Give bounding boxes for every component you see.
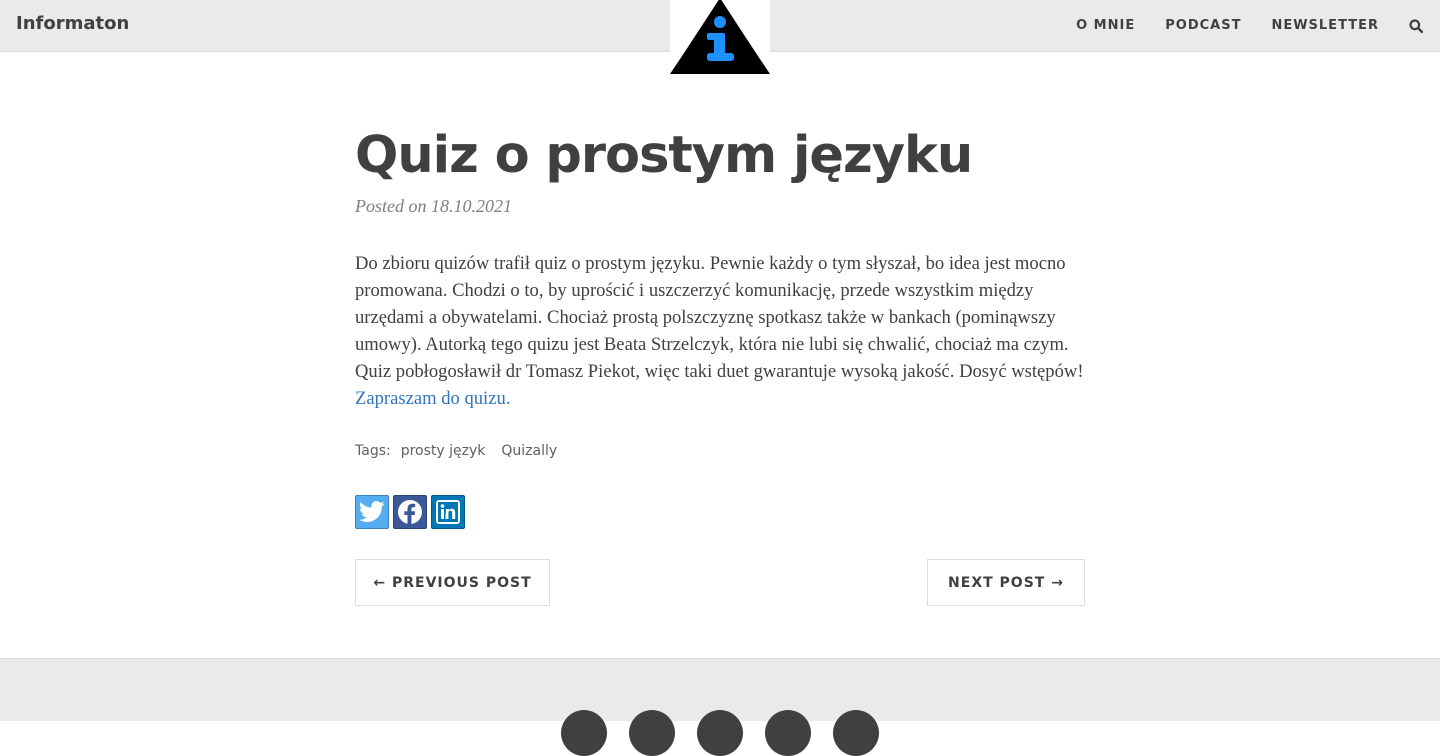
nav-link-o-mnie[interactable]: O MNIE — [1076, 18, 1135, 33]
footer-social-icon[interactable] — [833, 710, 879, 756]
tags: Tags: prosty język Quizally — [355, 443, 557, 459]
post-date: Posted on 18.10.2021 — [355, 196, 512, 216]
nav-link-podcast[interactable]: PODCAST — [1165, 18, 1241, 33]
footer-social-icon[interactable] — [561, 710, 607, 756]
footer — [0, 658, 1440, 756]
nav-links: O MNIE PODCAST NEWSLETTER — [1076, 0, 1440, 51]
footer-social-icon[interactable] — [629, 710, 675, 756]
footer-social-icon[interactable] — [697, 710, 743, 756]
next-post-button[interactable]: NEXT POST → — [927, 559, 1085, 606]
tag-prosty-jezyk[interactable]: prosty język — [401, 443, 486, 459]
tags-label: Tags: — [355, 443, 391, 459]
share-buttons — [355, 495, 465, 529]
facebook-icon[interactable] — [393, 495, 427, 529]
tag-quizally[interactable]: Quizally — [501, 443, 557, 459]
search-icon[interactable] — [1409, 18, 1424, 33]
linkedin-icon[interactable] — [431, 495, 465, 529]
nav-link-newsletter[interactable]: NEWSLETTER — [1271, 18, 1379, 33]
quiz-link[interactable]: Zapraszam do quizu. — [355, 388, 510, 409]
previous-post-button[interactable]: ← PREVIOUS POST — [355, 559, 550, 606]
footer-social-icon[interactable] — [765, 710, 811, 756]
post-title: Quiz o prostym języku — [355, 126, 973, 185]
footer-social-links — [561, 710, 879, 756]
post-body: Do zbioru quizów trafił quiz o prostym j… — [355, 250, 1085, 412]
brand-link[interactable]: Informaton — [16, 13, 129, 34]
info-triangle-logo — [670, 0, 770, 74]
logo[interactable] — [670, 0, 770, 74]
post-body-text: Do zbioru quizów trafił quiz o prostym j… — [355, 253, 1084, 382]
twitter-icon[interactable] — [355, 495, 389, 529]
